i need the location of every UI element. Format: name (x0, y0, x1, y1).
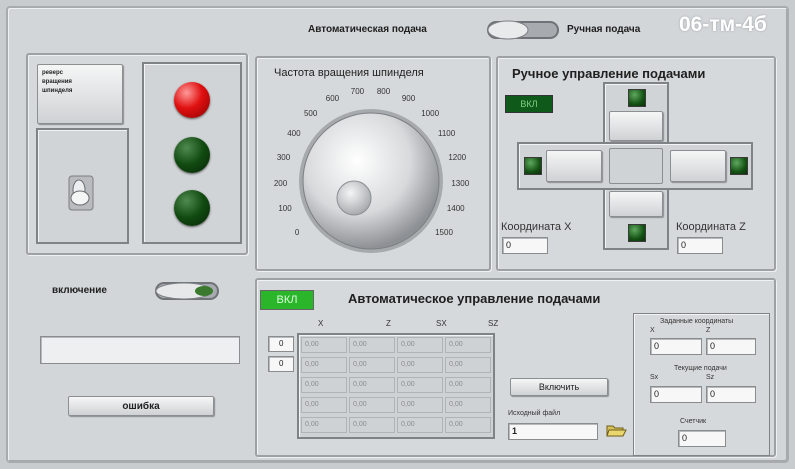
group-code: 06-тм-4б (679, 13, 767, 36)
feed-up-button[interactable] (609, 111, 663, 141)
feed-down-button[interactable] (609, 191, 663, 217)
table-cell[interactable]: 0,00 (301, 377, 347, 393)
table-cell[interactable]: 0,00 (397, 377, 443, 393)
current-feed-label: Текущие подачи (674, 365, 727, 372)
col-index-field[interactable]: 0 (268, 356, 294, 372)
auto-on-button[interactable]: ВКЛ (260, 290, 314, 310)
status-text-field (40, 336, 240, 364)
toggle-lever-icon (68, 175, 94, 211)
spindle-reverse-button[interactable]: реверс вращения шпинделя (37, 64, 123, 124)
table-cell[interactable]: 0,00 (397, 397, 443, 413)
dial-tick-label: 1300 (451, 178, 470, 188)
error-button-label: ошибка (122, 400, 160, 412)
target-z-label: Z (706, 327, 711, 334)
toggle-switch-icon (487, 20, 559, 40)
feed-mode-toggle[interactable] (486, 18, 560, 42)
coord-z-field[interactable]: 0 (677, 237, 723, 254)
auto-feed-title: Автоматическое управление подачами (348, 291, 601, 306)
table-cell[interactable]: 0,00 (349, 357, 395, 373)
feed-sz-field[interactable]: 0 (706, 386, 756, 403)
dial-tick-label: 800 (376, 86, 391, 96)
target-coords-label: Заданные координаты (660, 318, 734, 325)
table-cell[interactable]: 0,00 (301, 337, 347, 353)
table-cell[interactable]: 0,00 (349, 377, 395, 393)
table-cell[interactable]: 0,00 (445, 397, 491, 413)
manual-on-button[interactable]: ВКЛ (505, 95, 553, 113)
table-cell[interactable]: 0,00 (397, 357, 443, 373)
coord-x-label: Координата X (501, 221, 572, 233)
spindle-speed-knob[interactable] (296, 106, 446, 256)
dial-tick-label: 1000 (421, 108, 440, 118)
manual-feed-title: Ручное управление подачами (512, 66, 706, 81)
power-label: включение (52, 285, 107, 296)
feed-sx-label: Sx (650, 374, 659, 381)
feed-sx-field[interactable]: 0 (650, 386, 702, 403)
coord-x-field[interactable]: 0 (502, 237, 548, 254)
source-file-label: Исходный файл (508, 410, 561, 417)
table-cell[interactable]: 0,00 (397, 337, 443, 353)
error-button[interactable]: ошибка (68, 396, 214, 416)
manual-on-label: ВКЛ (520, 99, 538, 109)
col-x-header: X (318, 319, 324, 328)
dial-tick-label: 500 (303, 108, 318, 118)
table-cell[interactable]: 0,00 (445, 377, 491, 393)
table-cell[interactable]: 0,00 (445, 337, 491, 353)
folder-icon[interactable] (606, 422, 628, 438)
row-index-field[interactable]: 0 (268, 336, 294, 352)
knob-icon (299, 109, 443, 253)
dial-tick-label: 200 (273, 178, 288, 188)
col-z-header: Z (386, 319, 391, 328)
spindle-toggle-switch[interactable] (64, 170, 98, 216)
right-led (730, 157, 748, 175)
feed-left-button[interactable] (546, 150, 602, 182)
col-sz-header: SZ (488, 319, 499, 328)
table-cell[interactable]: 0,00 (301, 357, 347, 373)
feed-sz-label: Sz (706, 374, 715, 381)
table-cell[interactable]: 0,00 (397, 417, 443, 433)
dial-tick-label: 1200 (448, 152, 467, 162)
enable-button[interactable]: Включить (510, 378, 608, 396)
dial-tick-label: 100 (278, 204, 292, 214)
up-led (628, 89, 646, 107)
power-toggle[interactable] (154, 280, 220, 302)
down-led (628, 224, 646, 242)
target-x-field[interactable]: 0 (650, 338, 702, 355)
table-cell[interactable]: 0,00 (445, 417, 491, 433)
table-cell[interactable]: 0,00 (301, 417, 347, 433)
table-cell[interactable]: 0,00 (349, 417, 395, 433)
enable-button-label: Включить (538, 382, 580, 392)
coord-z-label: Координата Z (676, 221, 746, 233)
dial-tick-label: 1400 (446, 204, 465, 214)
counter-field[interactable]: 0 (678, 430, 726, 447)
col-sx-header: SX (436, 319, 447, 328)
green-led-2 (174, 190, 210, 226)
auto-on-label: ВКЛ (276, 294, 298, 306)
dial-tick-label: 700 (350, 86, 365, 96)
counter-label: Счетчик (680, 418, 707, 425)
feed-center (609, 148, 663, 184)
dial-tick-label: 400 (287, 128, 301, 138)
left-led (524, 157, 542, 175)
target-z-field[interactable]: 0 (706, 338, 756, 355)
dial-tick-label: 0 (294, 227, 300, 237)
dial-tick-label: 1500 (435, 227, 453, 237)
dial-tick-label: 1100 (438, 128, 456, 138)
spindle-speed-title: Частота вращения шпинделя (274, 67, 424, 79)
source-file-field[interactable]: 1 (508, 423, 598, 440)
table-cell[interactable]: 0,00 (445, 357, 491, 373)
table-cell[interactable]: 0,00 (349, 397, 395, 413)
green-led-1 (174, 137, 210, 173)
table-cell[interactable]: 0,00 (349, 337, 395, 353)
manual-feed-label: Ручная подача (567, 24, 641, 35)
spindle-reverse-label: реверс вращения шпинделя (42, 70, 73, 94)
auto-feed-label: Автоматическая подача (308, 24, 427, 35)
dial-tick-label: 300 (276, 152, 291, 162)
table-cell[interactable]: 0,00 (301, 397, 347, 413)
toggle-switch-icon (155, 282, 219, 300)
target-x-label: X (650, 327, 655, 334)
dial-tick-label: 900 (401, 94, 416, 104)
dial-tick-label: 600 (325, 94, 340, 104)
red-led (174, 82, 210, 118)
feed-right-button[interactable] (670, 150, 726, 182)
